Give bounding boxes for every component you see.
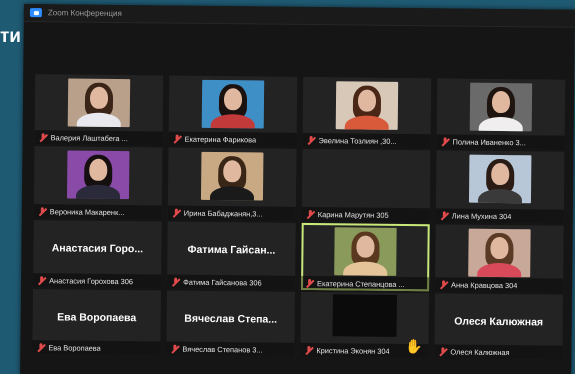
participant-label-bar: Вячеслав Степанов 3... xyxy=(166,341,295,357)
participant-name: Анна Кравцова 304 xyxy=(451,279,518,290)
muted-mic-icon xyxy=(306,209,315,218)
participant-name: Екатерина Фарикова xyxy=(184,134,257,144)
participant-label-bar: Анастасия Горохова 306 xyxy=(33,273,162,289)
participant-label-bar: Ева Воропаева xyxy=(32,340,161,356)
muted-mic-icon xyxy=(438,347,447,356)
participant-tile[interactable]: Лина Мухина 304 xyxy=(435,150,565,224)
participant-label-bar: Валерия Лаштабега ... xyxy=(34,130,163,146)
participant-label-bar: Екатерина Фарикова xyxy=(168,131,297,147)
muted-mic-icon xyxy=(171,277,180,286)
participant-name: Лина Мухина 304 xyxy=(451,210,512,221)
background-text-fragment: ти xyxy=(0,26,21,47)
participant-display-name: Фатима Гайсан... xyxy=(187,243,276,257)
participant-video xyxy=(200,151,264,201)
participant-display-name: Ева Воропаева xyxy=(57,311,137,325)
muted-mic-icon xyxy=(440,211,449,220)
participant-label-bar: Вероника Макаренк... xyxy=(33,204,162,220)
participant-tile[interactable]: Анна Кравцова 304 xyxy=(435,224,564,293)
muted-mic-icon xyxy=(439,280,448,289)
participant-display-name: Вячеслав Степа... xyxy=(184,312,278,326)
participant-name: Вероника Макаренк... xyxy=(49,206,125,217)
participant-tile[interactable]: Олеся Калюжная Олеся Калюжная xyxy=(434,293,563,360)
participant-tile[interactable]: Анастасия Горо... Анастасия Горохова 306 xyxy=(33,220,162,289)
participant-display-name: Олеся Калюжная xyxy=(454,315,544,329)
participant-name: Олеся Калюжная xyxy=(450,346,510,357)
participant-tile[interactable]: Фатима Гайсан... Фатима Гайсанова 306 xyxy=(167,221,296,290)
participant-video xyxy=(66,150,130,200)
muted-mic-icon xyxy=(38,207,47,216)
participant-tile[interactable]: Кристина Эконян 304 ✋ xyxy=(300,291,429,359)
participant-name: Анастасия Горохова 306 xyxy=(49,275,134,286)
participant-video xyxy=(468,154,532,204)
participant-video-off xyxy=(332,294,397,337)
participant-video xyxy=(67,78,131,128)
participant-tile[interactable]: Вячеслав Степа... Вячеслав Степанов 3... xyxy=(166,290,296,357)
muted-mic-icon xyxy=(170,344,179,353)
participant-label-bar: Анна Кравцова 304 xyxy=(435,277,564,293)
participant-video xyxy=(335,81,399,130)
participant-grid: Валерия Лаштабега ... Екатерина Фарикова Э… xyxy=(32,74,570,360)
participant-display-name: Анастасия Горо... xyxy=(51,242,144,256)
title-bar: Zoom Конференция xyxy=(23,4,575,28)
participant-name: Екатерина Степанцова ... xyxy=(317,278,405,289)
muted-mic-icon xyxy=(441,137,450,146)
participant-video xyxy=(334,227,397,276)
raised-hand-icon: ✋ xyxy=(404,339,423,356)
participant-label-bar: Эвелина Тозлиян ,30... xyxy=(302,132,431,149)
participant-video xyxy=(469,82,533,132)
participant-video xyxy=(201,79,265,129)
participant-name: Фатима Гайсанова 306 xyxy=(183,277,262,288)
muted-mic-icon xyxy=(305,278,314,287)
participant-tile[interactable]: Карина Марутян 305 xyxy=(301,148,431,223)
participant-name: Ирина Бабаджанян,3... xyxy=(183,208,263,219)
zoom-logo-icon xyxy=(29,8,42,18)
participant-name: Кристина Эконян 304 xyxy=(316,345,390,356)
participant-name: Карина Марутян 305 xyxy=(317,209,389,220)
participant-name: Вячеслав Степанов 3... xyxy=(182,344,263,355)
participant-label-bar: Лина Мухина 304 xyxy=(435,208,564,224)
participant-label-bar: Фатима Гайсанова 306 xyxy=(167,274,296,290)
participant-name: Эвелина Тозлиян ,30... xyxy=(318,135,397,146)
muted-mic-icon xyxy=(172,208,181,217)
participant-video xyxy=(468,228,531,278)
participant-name: Ева Воропаева xyxy=(48,342,101,353)
participant-label-bar: Карина Марутян 305 xyxy=(301,206,430,223)
muted-mic-icon xyxy=(39,133,48,142)
participant-tile[interactable]: Вероника Макаренк... xyxy=(33,146,163,220)
muted-mic-icon xyxy=(307,135,316,144)
participant-label-bar: Ирина Бабаджанян,3... xyxy=(167,205,296,221)
participant-tile[interactable]: Екатерина Фарикова xyxy=(168,75,298,147)
participant-tile[interactable]: Ирина Бабаджанян,3... xyxy=(167,147,297,221)
participant-label-bar: Олеся Калюжная xyxy=(434,344,563,360)
participant-name: Валерия Лаштабега ... xyxy=(50,132,128,143)
muted-mic-icon xyxy=(37,276,46,285)
participant-tile[interactable]: Полина Иваненко 3... xyxy=(436,78,566,150)
muted-mic-icon xyxy=(173,134,182,143)
participant-tile[interactable]: Екатерина Степанцова ... xyxy=(301,222,430,292)
participant-label-bar: Екатерина Степанцова ... xyxy=(301,275,430,292)
muted-mic-icon xyxy=(304,345,313,354)
participant-label-bar: Полина Иваненко 3... xyxy=(436,134,565,150)
participant-tile[interactable]: Валерия Лаштабега ... xyxy=(34,74,164,146)
participant-tile[interactable]: Ева Воропаева Ева Воропаева xyxy=(32,289,162,356)
participant-tile[interactable]: Эвелина Тозлиян ,30... xyxy=(302,76,432,149)
participant-name: Полина Иваненко 3... xyxy=(452,136,526,147)
muted-mic-icon xyxy=(36,343,45,352)
zoom-window: Zoom Конференция Валерия Лаштабега ... Ек… xyxy=(20,4,575,374)
window-title: Zoom Конференция xyxy=(47,8,122,19)
